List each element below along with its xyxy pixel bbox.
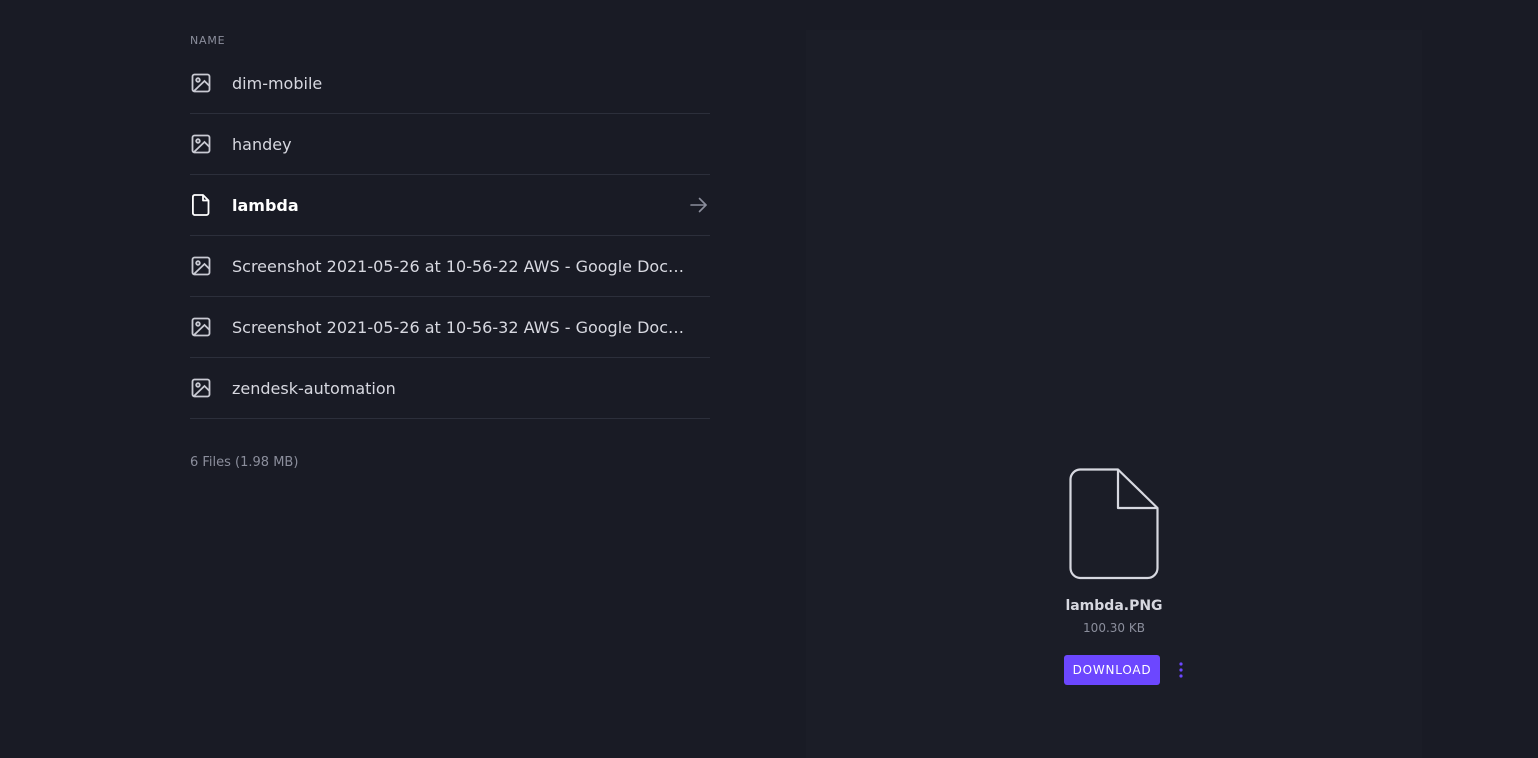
document-icon <box>1069 468 1159 584</box>
preview-file: lambda.PNG 100.30 KB DOWNLOAD <box>806 468 1422 685</box>
file-row-lambda[interactable]: lambda <box>190 175 710 236</box>
image-icon <box>190 316 212 338</box>
image-icon <box>190 133 212 155</box>
image-icon <box>190 72 212 94</box>
image-icon <box>190 377 212 399</box>
file-name-label: lambda <box>232 195 299 215</box>
files-summary: 6 Files (1.98 MB) <box>190 455 299 470</box>
file-name-label: zendesk-automation <box>232 378 396 398</box>
file-rows: dim-mobile handey lambda Screenshot 2021… <box>190 53 710 419</box>
file-preview-panel: lambda.PNG 100.30 KB DOWNLOAD <box>806 30 1422 758</box>
file-row-screenshot-1[interactable]: Screenshot 2021-05-26 at 10-56-22 AWS - … <box>190 236 710 297</box>
preview-file-size: 100.30 KB <box>1083 621 1145 635</box>
file-row-zendesk-automation[interactable]: zendesk-automation <box>190 358 710 419</box>
more-vertical-icon[interactable] <box>1170 655 1192 685</box>
file-row-screenshot-2[interactable]: Screenshot 2021-05-26 at 10-56-32 AWS - … <box>190 297 710 358</box>
image-icon <box>190 255 212 277</box>
file-name-label: dim-mobile <box>232 73 323 93</box>
file-row-handey[interactable]: handey <box>190 114 710 175</box>
file-icon <box>190 194 212 216</box>
download-button[interactable]: DOWNLOAD <box>1063 655 1161 685</box>
file-name-label: handey <box>232 134 292 154</box>
file-name-label: Screenshot 2021-05-26 at 10-56-32 AWS - … <box>232 317 687 337</box>
file-browser-page: NAME dim-mobile handey lambda Screenshot… <box>0 0 1538 758</box>
column-header-name[interactable]: NAME <box>190 34 225 47</box>
file-row-dim-mobile[interactable]: dim-mobile <box>190 53 710 114</box>
preview-file-name: lambda.PNG <box>1065 598 1163 614</box>
file-name-label: Screenshot 2021-05-26 at 10-56-22 AWS - … <box>232 256 687 276</box>
arrow-right-icon[interactable] <box>688 194 710 216</box>
preview-actions: DOWNLOAD <box>1063 655 1193 685</box>
